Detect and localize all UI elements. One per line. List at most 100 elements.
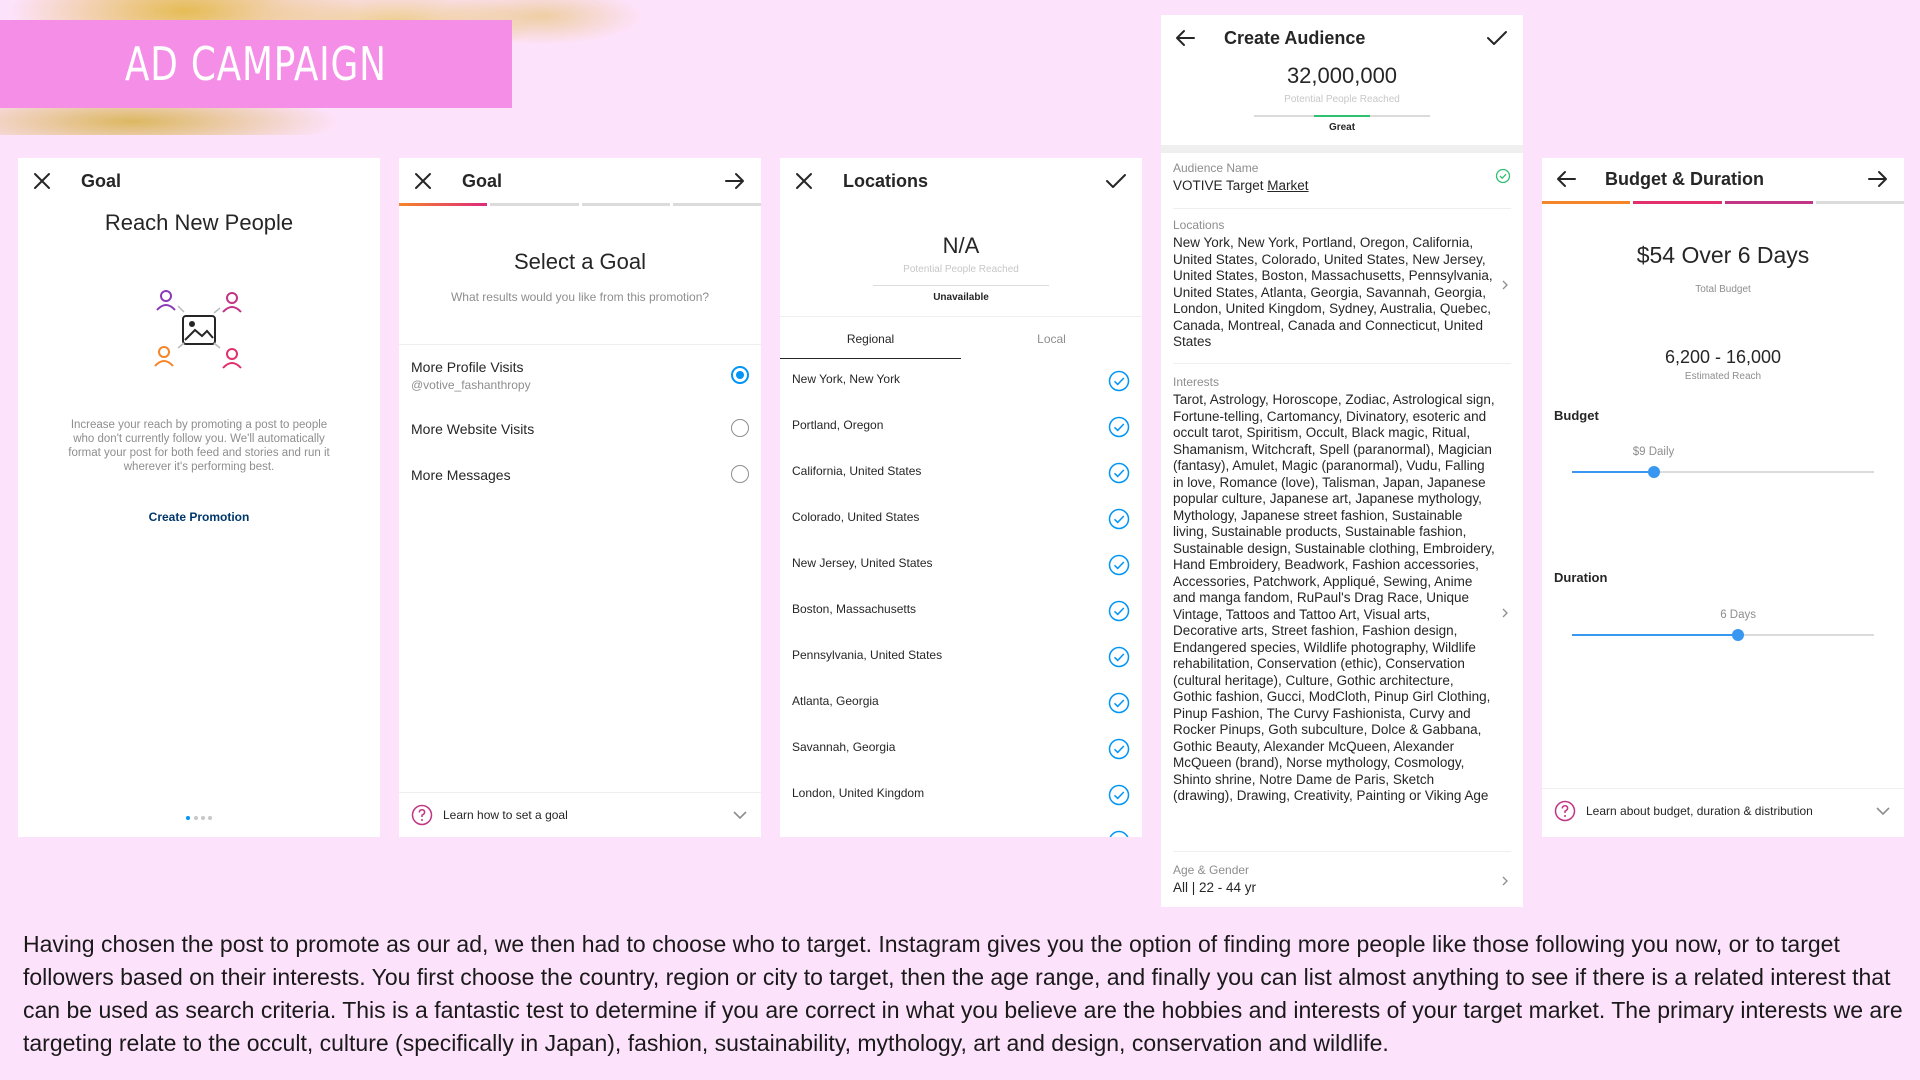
section-label: Audience Name: [1173, 161, 1259, 175]
description-paragraph: Having chosen the post to promote as our…: [23, 931, 1903, 1056]
page-dot: [194, 816, 198, 820]
duration-slider-handle[interactable]: [1732, 629, 1745, 641]
tab-regional[interactable]: Regional: [780, 332, 961, 346]
chevron-right-icon[interactable]: [1499, 279, 1511, 291]
chevron-right-icon[interactable]: [1499, 607, 1511, 619]
panel-budget-duration: Budget & Duration $54 Over 6 Days Total …: [1542, 158, 1904, 837]
chevron-right-icon[interactable]: [1499, 875, 1511, 887]
check-circle-icon[interactable]: [1108, 784, 1130, 806]
page-dot-active: [186, 816, 190, 820]
reach-label: Potential People Reached: [903, 264, 1019, 275]
check-circle-icon[interactable]: [1108, 508, 1130, 530]
reach-meter-fill: [1314, 115, 1370, 117]
location-row[interactable]: California, United States: [792, 450, 1130, 496]
location-row[interactable]: New Jersey, United States: [792, 542, 1130, 588]
goal-option-handle: @votive_fashanthropy: [411, 378, 531, 392]
panel-locations: Locations N/A Potential People Reached U…: [780, 158, 1142, 837]
step: [490, 203, 579, 206]
goal-option-messages[interactable]: More Messages: [411, 465, 749, 483]
radio-selected[interactable]: [731, 366, 749, 384]
title-banner: AD CAMPAIGN: [0, 20, 512, 108]
checkmark-icon[interactable]: [1485, 26, 1509, 50]
chevron-down-icon[interactable]: [731, 806, 749, 824]
close-icon[interactable]: [411, 169, 435, 193]
check-circle-icon[interactable]: [1108, 738, 1130, 760]
estimated-reach-label: Estimated Reach: [1684, 371, 1762, 382]
arrow-right-icon[interactable]: [723, 169, 747, 193]
page-dot: [208, 816, 212, 820]
audience-name-value: VOTIVE Target Market: [1173, 178, 1495, 195]
step-progress: [399, 203, 761, 206]
location-row[interactable]: Boston, Massachusetts: [792, 588, 1130, 634]
tab-local[interactable]: Local: [961, 332, 1142, 346]
radio-unselected[interactable]: [731, 465, 749, 483]
budget-value: $9 Daily: [1632, 446, 1675, 458]
back-arrow-icon[interactable]: [1173, 26, 1197, 50]
location-row[interactable]: Atlanta, Georgia: [792, 680, 1130, 726]
check-circle-icon[interactable]: [1108, 554, 1130, 576]
budget-slider-handle[interactable]: [1647, 466, 1660, 478]
location-row[interactable]: Pennsylvania, United States: [792, 634, 1130, 680]
location-row[interactable]: Savannah, Georgia: [792, 726, 1130, 772]
arrow-right-icon[interactable]: [1866, 167, 1890, 191]
header-title: Goal: [462, 171, 503, 191]
panel-create-audience: Create Audience 32,000,000 Potential Peo…: [1161, 15, 1523, 907]
check-circle-icon[interactable]: [1108, 646, 1130, 668]
help-footer[interactable]: Learn about budget, duration & distribut…: [1542, 788, 1904, 837]
audience-name-section[interactable]: Audience Name VOTIVE Target Market: [1173, 161, 1495, 195]
help-footer[interactable]: Learn how to set a goal: [399, 792, 761, 837]
divider: [780, 316, 1142, 317]
chevron-down-icon[interactable]: [1874, 802, 1892, 820]
header-title: Goal: [81, 171, 122, 191]
panel-select-goal: Goal Select a Goal What results would yo…: [399, 158, 761, 837]
panel-description: Increase your reach by promoting a post …: [68, 419, 330, 473]
goal-option-label: More Profile Visits: [411, 359, 524, 375]
duration-value: 6 Days: [1720, 609, 1756, 621]
header-title: Create Audience: [1224, 28, 1366, 48]
location-label: Boston, Massachusetts: [792, 602, 917, 616]
back-arrow-icon[interactable]: [1554, 167, 1578, 191]
duration-slider-fill: [1572, 634, 1739, 636]
check-circle-icon[interactable]: [1108, 416, 1130, 438]
section-separator: [1161, 145, 1523, 153]
radio-unselected[interactable]: [731, 419, 749, 437]
check-circle-icon[interactable]: [1108, 600, 1130, 622]
divider: [1173, 363, 1511, 364]
panel-subtitle: What results would you like from this pr…: [450, 290, 710, 304]
goal-option-label: More Website Visits: [411, 421, 535, 437]
check-circle-icon[interactable]: [1108, 370, 1130, 392]
close-icon[interactable]: [792, 169, 816, 193]
interests-section[interactable]: Interests Tarot, Astrology, Horoscope, Z…: [1173, 375, 1495, 805]
audience-name-prefix: VOTIVE Target: [1173, 178, 1268, 193]
check-circle-icon[interactable]: [1108, 462, 1130, 484]
location-row[interactable]: Colorado, United States: [792, 496, 1130, 542]
goal-option-website-visits[interactable]: More Website Visits: [411, 419, 749, 437]
location-row[interactable]: New York, New York: [792, 358, 1130, 404]
create-promotion-link[interactable]: Create Promotion: [18, 510, 380, 524]
location-row[interactable]: London, United Kingdom: [792, 772, 1130, 818]
location-label: Colorado, United States: [792, 510, 920, 524]
location-label: New Jersey, United States: [792, 556, 933, 570]
panel-title: Select a Goal: [513, 249, 647, 274]
page-title: AD CAMPAIGN: [125, 37, 387, 91]
location-row[interactable]: Portland, Oregon: [792, 404, 1130, 450]
age-gender-section[interactable]: Age & Gender All | 22 - 44 yr: [1173, 863, 1495, 897]
panel-header: Locations: [780, 158, 1142, 204]
reach-meter: [1254, 115, 1430, 117]
panel-header: Goal: [18, 158, 380, 204]
panel-header: Create Audience: [1161, 15, 1523, 61]
close-icon[interactable]: [30, 169, 54, 193]
total-budget-value: $54 Over 6 Days: [1636, 242, 1810, 268]
budget-slider[interactable]: [1572, 466, 1874, 478]
check-circle-icon[interactable]: [1108, 830, 1130, 837]
check-circle-icon[interactable]: [1108, 692, 1130, 714]
locations-value: New York, New York, Portland, Oregon, Ca…: [1173, 235, 1493, 349]
panel-reach-new-people: Goal Reach New People Increase your reac…: [18, 158, 380, 837]
people-image-icon: [154, 290, 242, 369]
location-label: Pennsylvania, United States: [792, 648, 943, 662]
goal-option-profile-visits[interactable]: More Profile Visits @votive_fashanthropy: [411, 359, 749, 392]
locations-section[interactable]: Locations New York, New York, Portland, …: [1173, 218, 1495, 351]
duration-slider[interactable]: [1572, 629, 1874, 641]
checkmark-icon[interactable]: [1104, 169, 1128, 193]
help-icon: [411, 804, 433, 826]
